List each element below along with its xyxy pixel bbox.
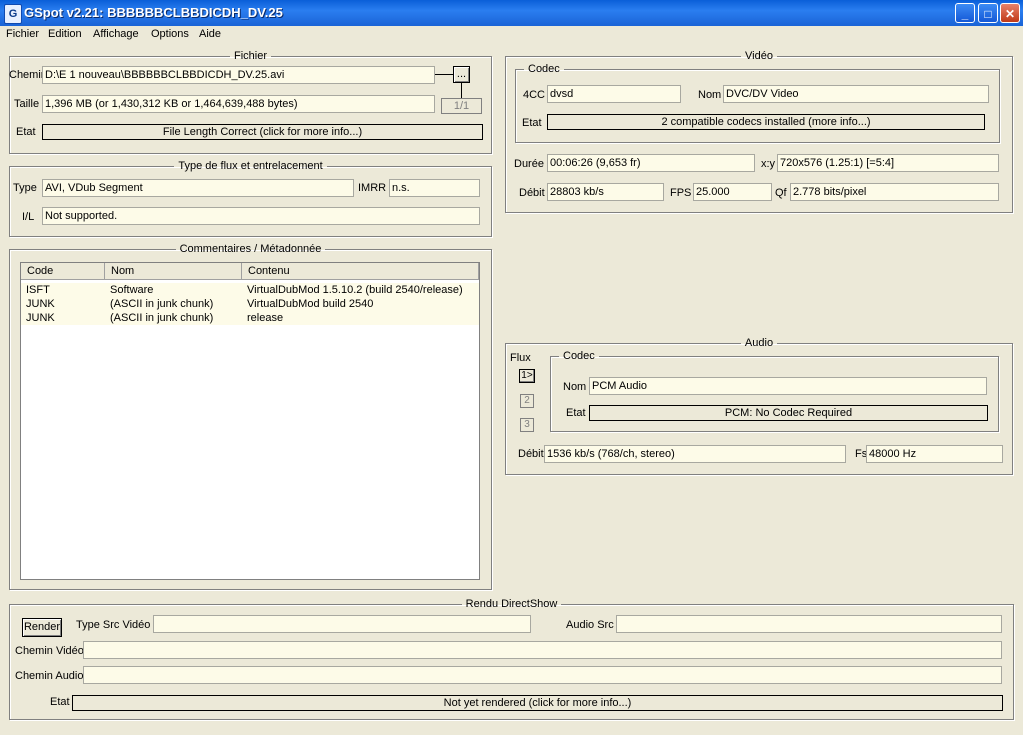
comments-legend: Commentaires / Métadonnée — [179, 243, 322, 255]
video-nom-label: Nom — [698, 89, 722, 101]
render-status-field[interactable]: Not yet rendered (click for more info...… — [72, 695, 1003, 711]
stream-2-button[interactable]: 2 — [520, 394, 534, 408]
menu-options[interactable]: Options — [151, 28, 189, 40]
menu-bar: Fichier Edition Affichage Options Aide — [0, 26, 1023, 44]
list-item[interactable]: JUNK (ASCII in junk chunk) release — [21, 311, 479, 325]
audio-legend: Audio — [744, 337, 774, 349]
video-codec-status-field[interactable]: 2 compatible codecs installed (more info… — [547, 114, 985, 130]
fichier-legend: Fichier — [233, 50, 267, 62]
imrr-field[interactable]: n.s. — [389, 179, 480, 197]
il-label: I/L — [22, 211, 35, 223]
cell-code: ISFT — [26, 284, 50, 296]
flux-group: Type de flux et entrelacement — [9, 160, 492, 237]
render-legend: Rendu DirectShow — [465, 598, 558, 610]
taille-field[interactable]: 1,396 MB (or 1,430,312 KB or 1,464,639,4… — [42, 95, 435, 113]
il-field[interactable]: Not supported. — [42, 207, 480, 225]
minimize-button[interactable]: _ — [955, 3, 975, 23]
menu-aide[interactable]: Aide — [199, 28, 221, 40]
audio-etat-label: Etat — [566, 407, 586, 419]
app-icon[interactable]: G — [4, 4, 22, 24]
xy-label: x:y — [761, 158, 776, 170]
window-title: GSpot v2.21: BBBBBBCLBBDICDH_DV.25 — [24, 5, 283, 20]
chemin-video-field[interactable] — [83, 641, 1002, 659]
fourcc-field[interactable]: dvsd — [547, 85, 681, 103]
column-header-code[interactable]: Code — [21, 263, 105, 280]
file-status-field[interactable]: File Length Correct (click for more info… — [42, 124, 483, 140]
menu-fichier[interactable]: Fichier — [6, 28, 39, 40]
qf-field[interactable]: 2.778 bits/pixel — [790, 183, 999, 201]
menu-edition[interactable]: Edition — [48, 28, 82, 40]
flux-label: Flux — [510, 352, 531, 364]
fs-field[interactable]: 48000 Hz — [866, 445, 1003, 463]
fourcc-label: 4CC — [523, 89, 546, 101]
column-header-nom[interactable]: Nom — [105, 263, 242, 280]
cell-nom: (ASCII in junk chunk) — [110, 312, 214, 324]
type-src-field[interactable] — [153, 615, 531, 633]
stream-3-button[interactable]: 3 — [520, 418, 534, 432]
audio-nom-field[interactable]: PCM Audio — [589, 377, 987, 395]
render-button[interactable]: Render — [22, 618, 62, 637]
video-etat-label: Etat — [522, 117, 542, 129]
list-item[interactable]: JUNK (ASCII in junk chunk) VirtualDubMod… — [21, 297, 479, 311]
duree-field[interactable]: 00:06:26 (9,653 fr) — [547, 154, 755, 172]
audio-src-label: Audio Src — [566, 619, 614, 631]
imrr-label: IMRR — [358, 182, 387, 194]
stream-1-button[interactable]: 1> — [519, 369, 535, 383]
audio-codec-status-field[interactable]: PCM: No Codec Required — [589, 405, 988, 421]
audio-codec-legend: Codec — [563, 350, 595, 362]
fps-label: FPS — [670, 187, 692, 199]
fps-field[interactable]: 25.000 — [693, 183, 772, 201]
render-etat-label: Etat — [50, 696, 70, 708]
maximize-button[interactable]: □ — [978, 3, 998, 23]
cell-contenu: VirtualDubMod build 2540 — [247, 298, 374, 310]
connector-line — [461, 83, 462, 99]
taille-label: Taille — [14, 98, 40, 110]
list-item[interactable]: ISFT Software VirtualDubMod 1.5.10.2 (bu… — [21, 283, 479, 297]
video-debit-label: Débit — [519, 187, 545, 199]
video-codec-legend: Codec — [528, 63, 560, 75]
video-legend: Vidéo — [745, 50, 773, 62]
video-codec-group: Codec — [515, 63, 1000, 143]
close-button[interactable]: ✕ — [1000, 3, 1020, 23]
browse-button[interactable]: ... — [453, 66, 470, 83]
audio-src-field[interactable] — [616, 615, 1002, 633]
etat-label: Etat — [16, 126, 36, 138]
video-nom-field[interactable]: DVC/DV Video — [723, 85, 989, 103]
audio-debit-label: Débit — [518, 448, 544, 460]
flux-legend: Type de flux et entrelacement — [178, 160, 323, 172]
cell-contenu: VirtualDubMod 1.5.10.2 (build 2540/relea… — [247, 284, 463, 296]
page-indicator[interactable]: 1/1 — [441, 98, 482, 114]
metadata-list[interactable]: Code Nom Contenu ISFT Software VirtualDu… — [20, 262, 480, 580]
xy-field[interactable]: 720x576 (1.25:1) [=5:4] — [777, 154, 999, 172]
audio-debit-field[interactable]: 1536 kb/s (768/ch, stereo) — [544, 445, 846, 463]
title-bar[interactable]: G GSpot v2.21: BBBBBBCLBBDICDH_DV.25 _ □… — [0, 0, 1023, 26]
qf-label: Qf — [775, 187, 787, 199]
cell-code: JUNK — [26, 298, 55, 310]
chemin-field[interactable]: D:\E 1 nouveau\BBBBBBCLBBDICDH_DV.25.avi — [42, 66, 435, 84]
chemin-audio-label: Chemin Audio — [15, 670, 84, 682]
menu-affichage[interactable]: Affichage — [93, 28, 139, 40]
duree-label: Durée — [514, 158, 544, 170]
chemin-video-label: Chemin Vidéo — [15, 645, 84, 657]
cell-contenu: release — [247, 312, 284, 324]
chemin-audio-field[interactable] — [83, 666, 1002, 684]
type-src-label: Type Src Vidéo — [76, 619, 151, 631]
cell-code: JUNK — [26, 312, 55, 324]
cell-nom: (ASCII in junk chunk) — [110, 298, 214, 310]
column-header-contenu[interactable]: Contenu — [242, 263, 479, 280]
type-label: Type — [13, 182, 37, 194]
audio-nom-label: Nom — [563, 381, 587, 393]
connector-line — [435, 74, 453, 75]
cell-nom: Software — [110, 284, 154, 296]
type-field[interactable]: AVI, VDub Segment — [42, 179, 354, 197]
video-debit-field[interactable]: 28803 kb/s — [547, 183, 664, 201]
